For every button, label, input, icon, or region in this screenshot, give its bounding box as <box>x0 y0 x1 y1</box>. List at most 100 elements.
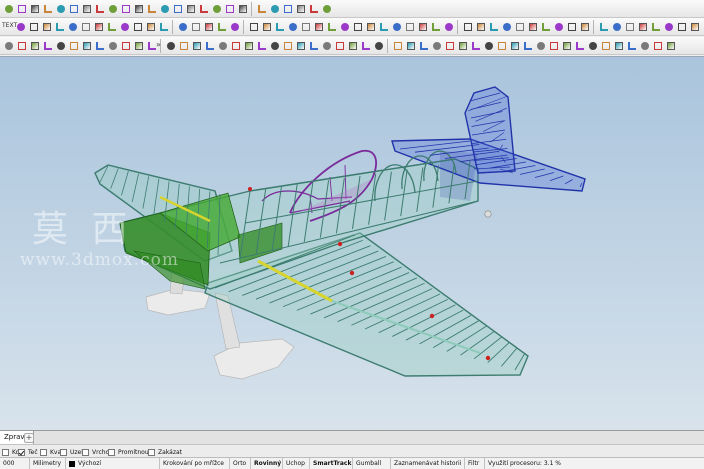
toolbar-command-icon[interactable] <box>534 39 546 52</box>
toolbar-command-icon[interactable] <box>79 20 91 33</box>
osnap-checkbox[interactable] <box>40 448 47 456</box>
toolbar-command-icon[interactable] <box>391 39 403 52</box>
toolbar-command-icon[interactable] <box>106 2 118 15</box>
toolbar-command-icon[interactable] <box>521 39 533 52</box>
toolbar-command-icon[interactable] <box>15 2 27 15</box>
toolbar-command-icon[interactable] <box>80 2 92 15</box>
toolbar-command-icon[interactable] <box>145 2 157 15</box>
osnap-option[interactable]: Uzel <box>60 447 83 457</box>
toolbar-command-icon[interactable] <box>260 20 272 33</box>
toolbar-command-icon[interactable] <box>636 20 648 33</box>
toolbar-command-icon[interactable] <box>2 39 14 52</box>
toolbar-command-icon[interactable] <box>93 2 105 15</box>
toolbar-command-icon[interactable] <box>132 2 144 15</box>
toolbar-command-icon[interactable] <box>92 20 104 33</box>
toolbar-command-icon[interactable] <box>338 20 350 33</box>
toolbar-command-icon[interactable] <box>27 20 39 33</box>
toolbar-command-icon[interactable] <box>623 20 635 33</box>
toolbar-command-icon[interactable] <box>28 2 40 15</box>
toolbar-command-icon[interactable] <box>612 39 624 52</box>
toolbar-command-icon[interactable] <box>307 39 319 52</box>
toolbar-command-icon[interactable] <box>228 20 240 33</box>
toolbar-command-icon[interactable] <box>229 39 241 52</box>
toolbar-command-icon[interactable] <box>482 39 494 52</box>
toolbar-command-icon[interactable] <box>487 20 499 33</box>
toolbar-command-icon[interactable] <box>649 20 661 33</box>
toolbar-command-icon[interactable] <box>377 20 389 33</box>
toolbar-command-icon[interactable] <box>236 2 248 15</box>
toolbar-command-icon[interactable] <box>105 20 117 33</box>
toolbar-command-icon[interactable] <box>2 2 14 15</box>
toolbar-command-icon[interactable] <box>625 39 637 52</box>
ortho-toggle[interactable]: Orto <box>230 458 251 469</box>
toolbar-command-icon[interactable] <box>41 2 53 15</box>
toolbar-command-icon[interactable] <box>495 39 507 52</box>
toolbar-command-icon[interactable] <box>66 20 78 33</box>
toolbar-command-icon[interactable] <box>273 20 285 33</box>
text-tool-label[interactable]: TEXT <box>2 22 17 29</box>
toolbar-command-icon[interactable] <box>54 2 66 15</box>
toolbar-command-icon[interactable] <box>526 20 538 33</box>
layer-indicator[interactable]: Výchozí <box>66 458 160 469</box>
toolbar-command-icon[interactable] <box>281 2 293 15</box>
units-indicator[interactable]: Milimetry <box>30 458 66 469</box>
toolbar-command-icon[interactable] <box>320 39 332 52</box>
toolbar-command-icon[interactable] <box>578 20 590 33</box>
toolbar-command-icon[interactable] <box>294 39 306 52</box>
osnap-checkbox[interactable] <box>82 448 89 456</box>
gumball-toggle[interactable]: Gumball <box>353 458 391 469</box>
toolbar-command-icon[interactable] <box>351 20 363 33</box>
toolbar-command-icon[interactable] <box>119 2 131 15</box>
toolbar-command-icon[interactable] <box>144 20 156 33</box>
toolbar-command-icon[interactable] <box>442 20 454 33</box>
osnap-option[interactable]: Zakázat <box>148 447 182 457</box>
add-viewport-tab-button[interactable]: + <box>24 433 34 443</box>
toolbar-command-icon[interactable] <box>177 39 189 52</box>
toolbar-command-icon[interactable] <box>610 20 622 33</box>
osnap-checkbox[interactable] <box>2 448 9 456</box>
toolbar-command-icon[interactable] <box>53 20 65 33</box>
toolbar-command-icon[interactable] <box>372 39 384 52</box>
toolbar-command-icon[interactable] <box>456 39 468 52</box>
osnap-option[interactable]: Vrchol <box>82 447 111 457</box>
toolbar-command-icon[interactable] <box>40 20 52 33</box>
toolbar-command-icon[interactable] <box>299 20 311 33</box>
toolbar-command-icon[interactable] <box>203 39 215 52</box>
osnap-checkbox[interactable] <box>60 448 67 456</box>
toolbar-command-icon[interactable] <box>547 39 559 52</box>
toolbar-command-icon[interactable] <box>216 39 228 52</box>
toolbar-command-icon[interactable] <box>675 20 687 33</box>
toolbar-command-icon[interactable] <box>294 2 306 15</box>
toolbar-command-icon[interactable] <box>508 39 520 52</box>
osnap-option[interactable]: Kva <box>40 447 61 457</box>
toolbar-command-icon[interactable] <box>80 39 92 52</box>
toolbar-command-icon[interactable] <box>176 20 188 33</box>
toolbar-command-icon[interactable] <box>573 39 585 52</box>
grid-snap-toggle[interactable]: Krokování po mřížce <box>160 458 230 469</box>
toolbar-command-icon[interactable] <box>171 2 183 15</box>
toolbar-command-icon[interactable] <box>255 39 267 52</box>
toolbar-command-icon[interactable] <box>364 20 376 33</box>
toolbar-command-icon[interactable] <box>430 39 442 52</box>
toolbar-command-icon[interactable] <box>286 20 298 33</box>
toolbar-command-icon[interactable] <box>688 20 700 33</box>
toolbar-command-icon[interactable] <box>118 20 130 33</box>
toolbar-command-icon[interactable] <box>662 20 674 33</box>
toolbar-command-icon[interactable] <box>93 39 105 52</box>
toolbar-command-icon[interactable] <box>132 39 144 52</box>
toolbar-command-icon[interactable] <box>469 39 481 52</box>
toolbar-command-icon[interactable] <box>346 39 358 52</box>
toolbar-command-icon[interactable] <box>28 39 40 52</box>
toolbar-command-icon[interactable] <box>119 39 131 52</box>
toolbar-command-icon[interactable] <box>461 20 473 33</box>
osnap-toggle[interactable]: Uchop <box>283 458 310 469</box>
toolbar-command-icon[interactable] <box>513 20 525 33</box>
toolbar-command-icon[interactable] <box>417 39 429 52</box>
toolbar-command-icon[interactable] <box>599 39 611 52</box>
toolbar-command-icon[interactable] <box>443 39 455 52</box>
toolbar-command-icon[interactable] <box>390 20 402 33</box>
planar-toggle[interactable]: Rovinný <box>251 458 283 469</box>
viewport-right[interactable]: 莫 西 www.3dmox.com <box>0 56 704 430</box>
toolbar-command-icon[interactable] <box>333 39 345 52</box>
toolbar-command-icon[interactable] <box>597 20 609 33</box>
